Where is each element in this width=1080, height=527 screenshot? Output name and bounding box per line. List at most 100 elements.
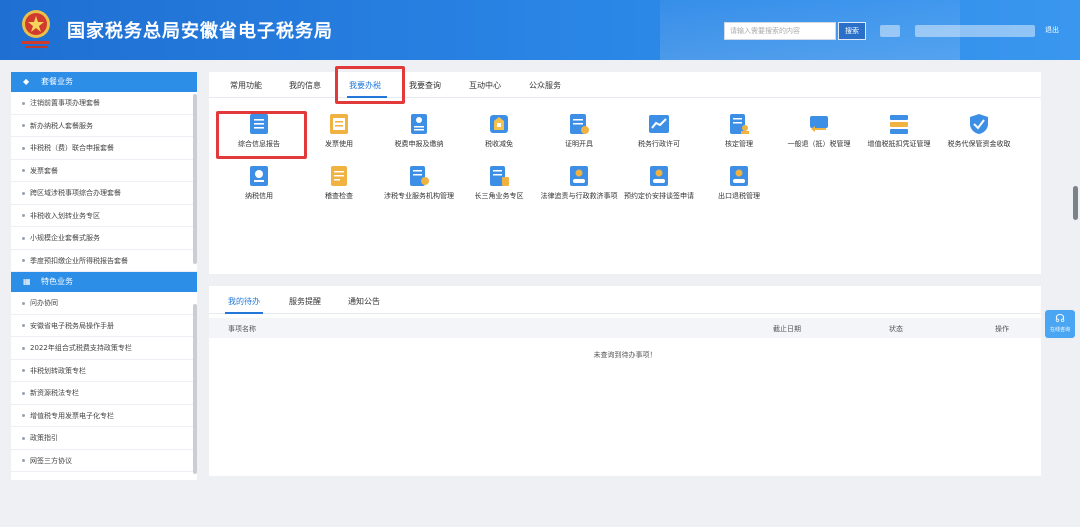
sidebar-item[interactable]: 小规模企业套餐式服务 (11, 227, 197, 250)
sidebar-item[interactable]: 增值税专用发票电子化专栏 (11, 405, 197, 427)
sidebar-item[interactable]: 跨区域涉税事项综合办理套餐 (11, 182, 197, 205)
sidebar-item[interactable]: 注销前置事项办理套餐 (11, 92, 197, 115)
tab-service-reminder[interactable]: 服务提醒 (289, 296, 321, 307)
service-tax-credit[interactable]: 纳税信用 (214, 164, 304, 201)
sidebar-item-label: 非税划转政策专栏 (30, 366, 86, 375)
page-scrollbar[interactable] (1073, 186, 1078, 220)
sidebar-item-label: 2022年组合式税费支持政策专栏 (30, 344, 132, 352)
stack-icon (890, 115, 908, 134)
service-admin-license[interactable]: 税务行政许可 (614, 112, 704, 149)
sidebar-section-title: 套餐业务 (41, 77, 73, 86)
service-label: 出口退税管理 (718, 192, 760, 200)
sidebar-item[interactable]: 安徽省电子税务局操作手册 (11, 315, 197, 337)
sidebar-scrollbar[interactable] (193, 94, 197, 264)
shield-check-icon (970, 114, 988, 134)
service-export-refund[interactable]: 出口退税管理 (694, 164, 784, 201)
tab-common[interactable]: 常用功能 (230, 80, 262, 91)
pricing-icon (650, 166, 668, 186)
service-invoice-use[interactable]: 发票使用 (294, 112, 384, 149)
sidebar-item[interactable]: 新办纳税人套餐服务 (11, 115, 197, 137)
sidebar-item[interactable]: 非税划转政策专栏 (11, 360, 197, 382)
service-fund-custody[interactable]: 税务代保管资金收取 (934, 112, 1024, 149)
service-label: 税务行政许可 (638, 140, 680, 148)
column-action: 操作 (995, 325, 1009, 333)
sidebar-item[interactable]: 季度预扣缴企业所得税报告套餐 (11, 250, 197, 272)
sidebar-item[interactable]: 发票套餐 (11, 160, 197, 182)
online-consult-button[interactable]: ☊ 在线咨询 (1045, 310, 1075, 338)
user-name-blurred (915, 25, 1035, 37)
search-input[interactable]: 请输入需要搜索的内容 (724, 22, 836, 40)
sidebar-item-label: 发票套餐 (30, 166, 58, 175)
sidebar-section-title: 特色业务 (41, 277, 73, 286)
bullet-icon (22, 214, 25, 217)
service-tax-relief[interactable]: 税收减免 (454, 112, 544, 149)
region-icon (490, 166, 509, 186)
sidebar-item[interactable]: 非税税（费）联合申报套餐 (11, 137, 197, 160)
sidebar-item-label: 问办协同 (30, 299, 58, 307)
bullet-icon (22, 146, 25, 150)
refund-icon (810, 116, 828, 132)
sidebar-item[interactable]: 网签三方协议 (11, 450, 197, 472)
service-label: 一般退（抵）税管理 (787, 140, 851, 148)
sidebar-item-label: 政策指引 (30, 434, 58, 442)
service-agency-management[interactable]: 涉税专业服务机构管理 (374, 164, 464, 201)
service-label: 长三角业务专区 (474, 192, 524, 200)
online-consult-label: 在线咨询 (1049, 327, 1070, 333)
service-certificate[interactable]: 证明开具 (534, 112, 624, 149)
bullet-icon (22, 236, 25, 240)
bullet-icon (22, 259, 25, 262)
sidebar-item[interactable]: 问办协同 (11, 292, 197, 315)
user-info-blurred (880, 25, 900, 37)
service-legal-relief[interactable]: 法律追责与行政救济事项 (534, 164, 624, 201)
service-tax-declaration[interactable]: 税费申报及缴纳 (374, 112, 464, 149)
service-inspection[interactable]: 稽查检查 (294, 164, 384, 201)
sidebar-item-label: 非税收入划转业务专区 (30, 211, 100, 220)
sidebar-scrollbar[interactable] (193, 304, 197, 474)
sidebar-section-special[interactable]: ▦ 特色业务 (11, 272, 197, 292)
service-vat-deduction[interactable]: 增值税抵扣凭证管理 (854, 112, 944, 149)
bullet-icon (22, 459, 25, 462)
sidebar-item[interactable]: 非税收入划转业务专区 (11, 205, 197, 227)
service-yangtze-delta[interactable]: 长三角业务专区 (454, 164, 544, 201)
relief-icon (490, 115, 508, 133)
search-button[interactable]: 搜索 (838, 22, 866, 40)
sidebar-item[interactable]: 政策指引 (11, 427, 197, 450)
sidebar-item-label: 非税税（费）联合申报套餐 (30, 144, 114, 152)
service-refund[interactable]: 一般退（抵）税管理 (774, 112, 864, 149)
bullet-icon (22, 124, 25, 127)
tab-notice[interactable]: 通知公告 (348, 296, 380, 307)
tab-public-service[interactable]: 公众服务 (529, 80, 561, 91)
service-assessment[interactable]: 核定管理 (694, 112, 784, 149)
declaration-icon (411, 114, 427, 134)
sidebar-item-label: 小规模企业套餐式服务 (30, 234, 100, 242)
sidebar-item[interactable]: 新资源税法专栏 (11, 382, 197, 405)
service-label: 税务代保管资金收取 (947, 140, 1011, 148)
assessment-icon (730, 114, 749, 134)
bullet-icon (22, 191, 25, 195)
sidebar-item-label: 季度预扣缴企业所得税报告套餐 (30, 256, 128, 265)
service-label: 税收减免 (485, 140, 513, 148)
tab-query[interactable]: 我要查询 (409, 80, 441, 91)
bullet-icon (22, 436, 25, 440)
legal-icon (570, 166, 588, 186)
logout-link[interactable]: 退出 (1045, 25, 1059, 35)
highlight-service-box (216, 111, 307, 159)
tab-interaction[interactable]: 互动中心 (469, 80, 501, 91)
service-label: 发票使用 (325, 140, 353, 148)
service-apa-application[interactable]: 预约定价安排谈签申请 (614, 164, 704, 201)
column-status: 状态 (889, 325, 903, 333)
column-item-name: 事项名称 (228, 325, 256, 333)
inspection-icon (331, 166, 347, 186)
empty-message: 未查询到待办事项！ (593, 351, 657, 359)
service-label: 税费申报及缴纳 (394, 140, 444, 148)
tab-my-todo[interactable]: 我的待办 (228, 296, 260, 307)
sidebar-item-label: 安徽省电子税务局操作手册 (30, 321, 114, 330)
site-title: 国家税务总局安徽省电子税务局 (67, 21, 333, 42)
service-label: 核定管理 (725, 140, 753, 148)
sidebar-section-package[interactable]: ◆ 套餐业务 (11, 72, 197, 92)
service-label: 增值税抵扣凭证管理 (867, 140, 931, 148)
tab-bar: 常用功能 我的信息 我要办税 我要查询 互动中心 公众服务 (209, 72, 1041, 98)
sidebar: ◆ 套餐业务 注销前置事项办理套餐 新办纳税人套餐服务 非税税（费）联合申报套餐 … (11, 72, 197, 480)
tab-my-info[interactable]: 我的信息 (289, 80, 321, 91)
sidebar-item[interactable]: 2022年组合式税费支持政策专栏 (11, 337, 197, 360)
